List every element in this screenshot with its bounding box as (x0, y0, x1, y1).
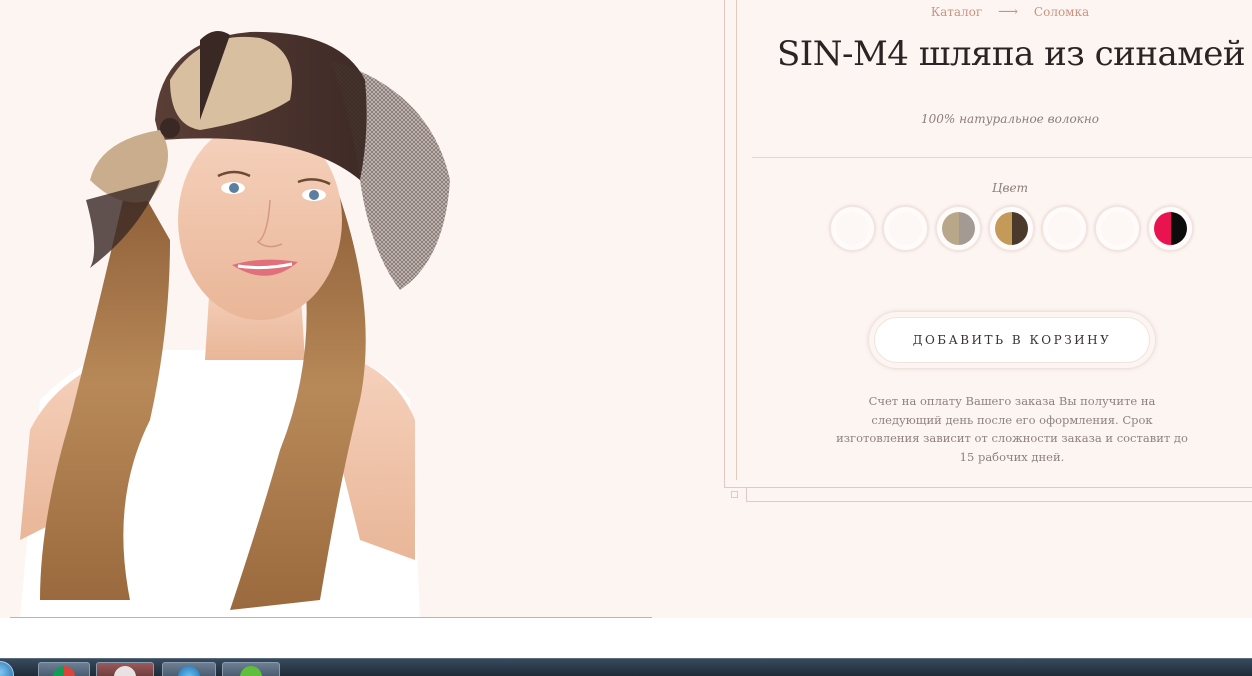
swatch-color-fill (1048, 212, 1081, 245)
photo-bottom-line (10, 617, 652, 618)
app-icon (114, 666, 136, 676)
product-photo (0, 0, 660, 618)
taskbar-ie-button[interactable] (162, 662, 216, 676)
color-label: Цвет (992, 181, 1028, 195)
arrow-right-icon: ⟶ (998, 4, 1019, 20)
breadcrumb-straw-link[interactable]: Соломка (1034, 5, 1089, 19)
frame-line (746, 501, 1252, 502)
swatch-color-fill (995, 212, 1028, 245)
payment-note: Счет на оплату Вашего заказа Вы получите… (836, 394, 1188, 464)
frame-line (724, 0, 725, 487)
start-button-icon[interactable] (0, 661, 14, 676)
breadcrumb-catalog-link[interactable]: Каталог (931, 5, 982, 19)
swatch-color-fill (889, 212, 922, 245)
swatch-color-fill (836, 212, 869, 245)
utorrent-icon (240, 666, 262, 676)
color-swatch-white-1[interactable] (830, 206, 875, 251)
frame-line (746, 487, 747, 502)
color-swatch-white-4[interactable] (1095, 206, 1140, 251)
color-swatch-camel-brown[interactable] (989, 206, 1034, 251)
taskbar-utorrent-button[interactable] (222, 662, 280, 676)
taskbar (0, 658, 1252, 676)
product-subtitle: 100% натуральное волокно (921, 112, 1099, 126)
swatch-color-fill (1154, 212, 1187, 245)
add-to-cart-button[interactable]: ДОБАВИТЬ В КОРЗИНУ (874, 317, 1150, 363)
internet-explorer-icon (178, 666, 200, 676)
frame-line (736, 0, 737, 480)
product-page: Каталог ⟶ Соломка SIN-M4 шляпа из синаме… (0, 0, 1252, 618)
add-to-cart-wrapper: ДОБАВИТЬ В КОРЗИНУ (869, 312, 1155, 368)
swatch-color-fill (1101, 212, 1134, 245)
color-swatch-red-black[interactable] (1148, 206, 1193, 251)
color-swatch-white-2[interactable] (883, 206, 928, 251)
taskbar-app-button[interactable] (96, 662, 154, 676)
product-title: SIN-M4 шляпа из синамей (777, 34, 1246, 74)
taskbar-chrome-button[interactable] (38, 662, 90, 676)
frame-line (724, 487, 1252, 488)
breadcrumb: Каталог ⟶ Соломка (860, 4, 1160, 20)
color-swatch-beige-grey[interactable] (936, 206, 981, 251)
color-swatches (830, 206, 1193, 252)
color-swatch-white-3[interactable] (1042, 206, 1087, 251)
chrome-icon (53, 666, 75, 676)
model-in-hat-image (20, 31, 450, 618)
divider (752, 157, 1252, 158)
swatch-color-fill (942, 212, 975, 245)
frame-corner (731, 491, 738, 498)
